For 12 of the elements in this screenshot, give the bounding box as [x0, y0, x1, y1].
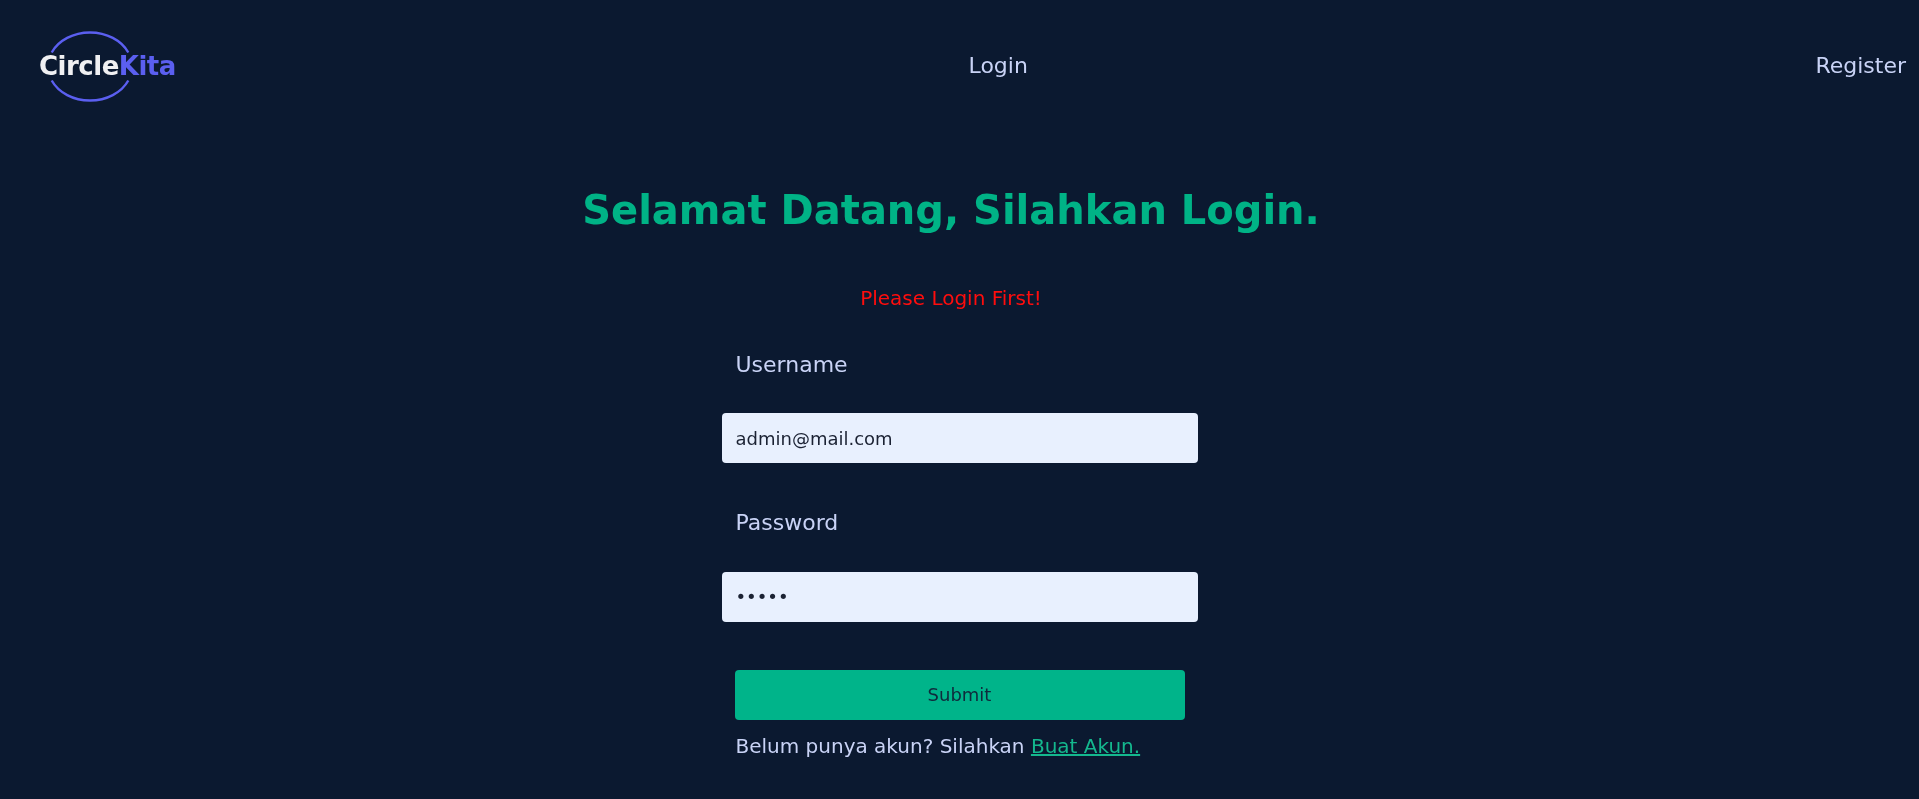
field-label: Username: [734, 352, 849, 379]
create-account-link[interactable]: Buat Akun.: [1030, 733, 1141, 758]
nav-link[interactable]: Login: [968, 52, 1028, 80]
nav-link[interactable]: Register: [1815, 52, 1906, 80]
submit-button[interactable]: Submit: [734, 669, 1185, 720]
input-field[interactable]: admin@mail.com: [721, 413, 1198, 464]
error-message: Please Login First!: [860, 286, 1042, 310]
logo-wordmark[interactable]: CircleKita: [39, 53, 176, 79]
page-title: Selamat Datang, Silahkan Login.: [582, 186, 1320, 234]
field-label: Password: [734, 510, 840, 537]
input-field[interactable]: •••••: [721, 571, 1198, 622]
signup-prompt: Belum punya akun? Silahkan Buat Akun.: [734, 733, 1142, 758]
